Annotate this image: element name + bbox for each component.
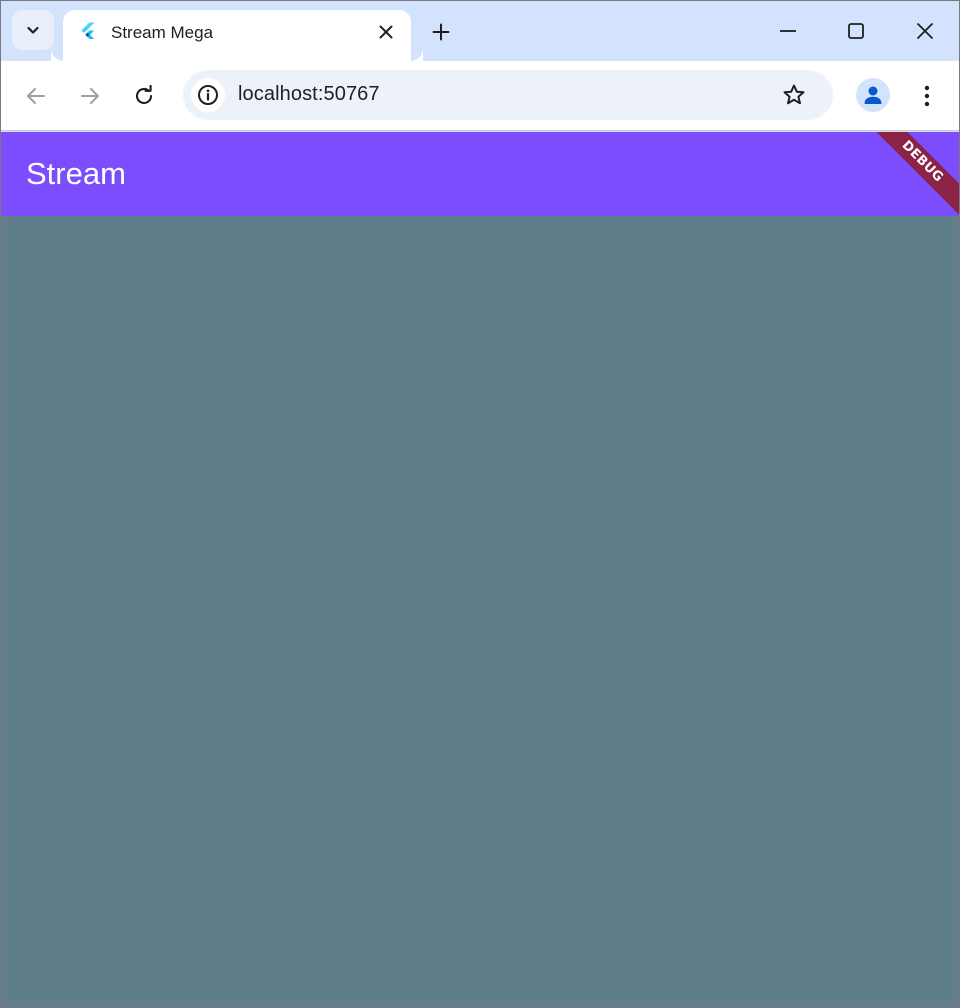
tab-search-button[interactable] — [12, 10, 54, 50]
url-text[interactable]: localhost:50767 — [238, 83, 380, 106]
tab-close-button[interactable] — [375, 21, 397, 43]
reload-button[interactable] — [126, 78, 162, 114]
maximize-button[interactable] — [838, 13, 874, 49]
app-viewport: Stream DEBUG — [1, 132, 959, 1007]
profile-button[interactable] — [856, 78, 890, 112]
arrow-right-icon — [81, 88, 99, 104]
browser-toolbar: localhost:50767 — [1, 61, 959, 131]
tab-strip: Stream Mega — [1, 1, 959, 61]
new-tab-button[interactable] — [427, 18, 455, 46]
browser-window: Stream Mega localhost:50767 Stream DEBUG — [0, 0, 960, 1008]
page-title: Stream — [26, 156, 126, 191]
arrow-left-icon — [27, 88, 45, 104]
browser-tab-active[interactable]: Stream Mega — [63, 10, 423, 61]
minimize-button[interactable] — [770, 13, 806, 49]
info-icon — [198, 85, 218, 105]
address-bar[interactable]: localhost:50767 — [183, 70, 833, 120]
person-icon — [864, 86, 882, 104]
minimize-icon — [780, 30, 796, 32]
site-info-button[interactable] — [191, 78, 225, 112]
tab-title: Stream Mega — [111, 23, 214, 42]
close-window-button[interactable] — [907, 13, 943, 49]
more-vert-icon — [924, 85, 930, 107]
forward-button[interactable] — [72, 78, 108, 114]
flutter-icon — [81, 22, 95, 39]
chevron-down-icon — [27, 26, 39, 34]
plus-icon — [432, 23, 450, 41]
bookmark-button[interactable] — [780, 81, 808, 109]
reload-icon — [135, 85, 153, 105]
app-bar: Stream — [1, 132, 959, 216]
app-body — [1, 216, 959, 1007]
close-icon — [916, 22, 934, 40]
browser-menu-button[interactable] — [913, 78, 941, 114]
maximize-icon — [848, 23, 864, 39]
back-button[interactable] — [18, 78, 54, 114]
close-icon — [379, 25, 393, 39]
star-icon — [783, 84, 805, 105]
